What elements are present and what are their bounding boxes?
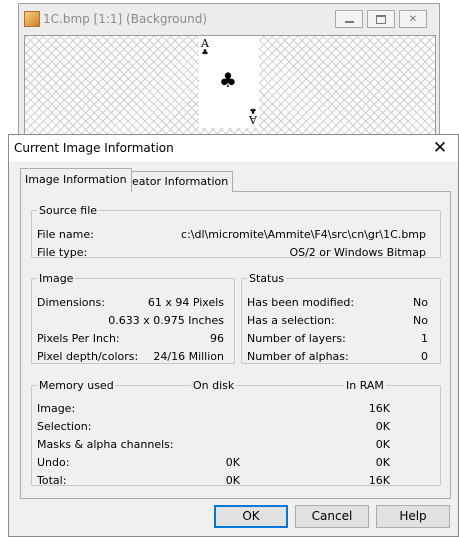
playing-card-image: A ♣ ♣ A ♣ [199, 36, 259, 128]
image-canvas[interactable]: A ♣ ♣ A ♣ [24, 35, 436, 137]
status-legend: Status [249, 272, 285, 285]
modified-label: Has been modified: [247, 296, 355, 309]
image-info-dialog: Current Image Information ✕ Image Inform… [8, 134, 459, 537]
memory-row-label: Image: [37, 402, 76, 415]
memory-row-ram: 0K [375, 456, 390, 469]
club-icon: ♣ [201, 48, 209, 57]
dimensions-inches-value: 0.633 x 0.975 Inches [108, 314, 224, 327]
file-name-label: File name: [37, 228, 94, 241]
image-window-titlebar[interactable]: 1C.bmp [1:1] (Background) ✕ [19, 4, 439, 36]
maximize-icon [376, 14, 386, 24]
memory-row-ram: 0K [375, 438, 390, 451]
dialog-title: Current Image Information [14, 141, 174, 155]
ppi-value: 96 [210, 332, 224, 345]
dimensions-label: Dimensions: [37, 296, 105, 309]
memory-col-ram: In RAM [344, 379, 386, 392]
memory-row-label: Total: [37, 474, 67, 487]
memory-legend: Memory used [39, 379, 114, 392]
memory-group: Memory used On disk In RAM Image: 16K Se… [31, 379, 441, 487]
source-file-group: Source file File name: c:\dl\micromite\A… [31, 204, 441, 259]
ppi-label: Pixels Per Inch: [37, 332, 120, 345]
tab-creator-information[interactable]: Creator Information [115, 171, 234, 192]
cancel-button[interactable]: Cancel [295, 505, 369, 528]
close-icon: ✕ [408, 13, 418, 25]
memory-row-ram: 16K [368, 402, 390, 415]
tab-image-information[interactable]: Image Information [20, 168, 132, 192]
status-group: Status Has been modified: No Has a selec… [241, 272, 441, 364]
club-icon: ♣ [219, 68, 237, 92]
close-icon: ✕ [432, 138, 448, 158]
modified-value: No [413, 296, 428, 309]
image-legend: Image [39, 272, 74, 285]
dialog-close-button[interactable]: ✕ [427, 137, 453, 159]
memory-row-disk: 0K [225, 474, 240, 487]
club-icon: ♣ [249, 106, 257, 115]
image-window-title: 1C.bmp [1:1] (Background) [43, 12, 208, 26]
help-button[interactable]: Help [376, 505, 450, 528]
file-type-value: OS/2 or Windows Bitmap [289, 246, 426, 259]
dimensions-pixels-value: 61 x 94 Pixels [147, 296, 224, 309]
pixel-depth-label: Pixel depth/colors: [37, 350, 139, 363]
card-corner-top: A ♣ [200, 38, 210, 57]
dialog-titlebar[interactable]: Current Image Information ✕ [9, 135, 458, 162]
memory-row-ram: 16K [368, 474, 390, 487]
tab-panel: Source file File name: c:\dl\micromite\A… [20, 191, 451, 499]
memory-row-label: Masks & alpha channels: [37, 438, 174, 451]
card-corner-bottom: A ♣ [248, 106, 258, 126]
pixel-depth-value: 24/16 Million [153, 350, 224, 363]
memory-row-label: Selection: [37, 420, 92, 433]
card-rank-bottom: A [249, 113, 257, 126]
image-window: 1C.bmp [1:1] (Background) ✕ A ♣ ♣ A ♣ [18, 3, 440, 139]
memory-col-disk: On disk [191, 379, 237, 392]
file-type-label: File type: [37, 246, 88, 259]
layers-value: 1 [421, 332, 428, 345]
tab-label: Image Information [25, 173, 127, 186]
close-button[interactable]: ✕ [399, 10, 427, 28]
image-group: Image Dimensions: 61 x 94 Pixels 0.633 x… [31, 272, 235, 364]
selection-label: Has a selection: [247, 314, 335, 327]
source-file-legend: Source file [39, 204, 98, 217]
memory-row-disk: 0K [225, 456, 240, 469]
memory-row-label: Undo: [37, 456, 70, 469]
minimize-button[interactable] [335, 10, 363, 28]
file-name-value: c:\dl\micromite\Ammite\F4\src\cn\gr\1C.b… [181, 228, 426, 241]
minimize-icon [344, 21, 354, 23]
alphas-value: 0 [421, 350, 428, 363]
memory-row-ram: 0K [375, 420, 390, 433]
maximize-button[interactable] [367, 10, 395, 28]
alphas-label: Number of alphas: [247, 350, 349, 363]
layers-label: Number of layers: [247, 332, 346, 345]
selection-value: No [413, 314, 428, 327]
tab-label: Creator Information [120, 175, 229, 188]
app-icon [24, 11, 40, 27]
ok-button[interactable]: OK [214, 505, 288, 528]
